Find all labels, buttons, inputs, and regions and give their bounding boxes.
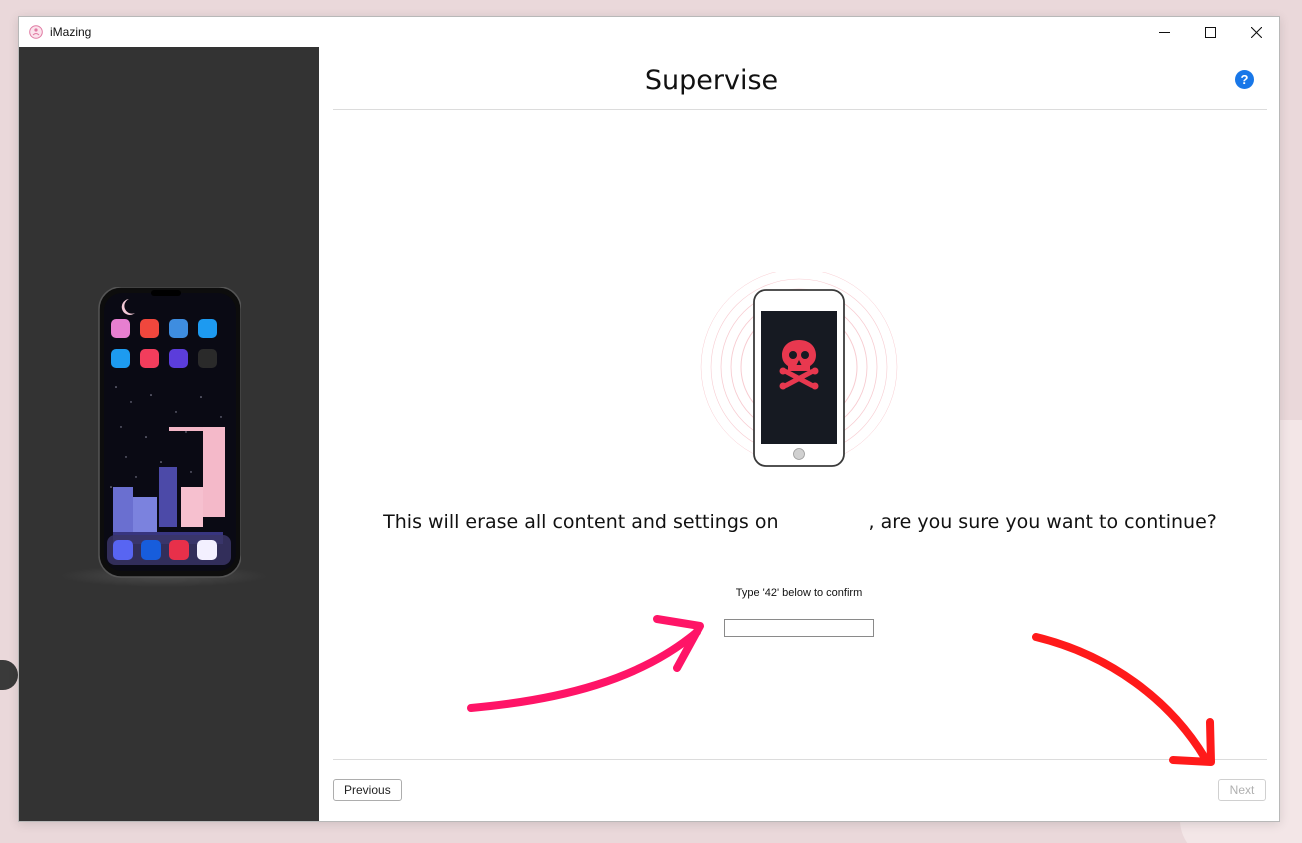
next-button-disabled[interactable]: Next [1218,779,1266,801]
device-preview-image [98,287,241,578]
help-button[interactable]: ? [1235,70,1254,89]
page-title: Supervise [644,65,779,96]
device-sidebar [19,47,319,821]
minimize-icon [1158,31,1170,33]
previous-button[interactable]: Previous [333,779,402,801]
erase-device-illustration [700,272,898,467]
close-button[interactable] [1233,17,1279,47]
divider [333,759,1267,760]
window-controls [1141,17,1279,47]
main-panel: Supervise ? This will erase all content … [319,47,1279,821]
title-bar: iMazing [19,17,1279,47]
close-icon [1250,26,1262,38]
warning-text-start: This will erase all content and settings… [383,511,779,533]
maximize-button[interactable] [1187,17,1233,47]
divider [333,109,1267,110]
warning-text-end: , are you sure you want to continue? [868,511,1217,533]
confirm-instruction: Type '42' below to confirm [735,587,863,599]
window-title: iMazing [50,25,92,39]
maximize-icon [1204,26,1216,38]
background-shape [0,660,18,690]
imazing-logo-icon [29,25,43,39]
app-window: iMazing Supervise ? This will erase all … [18,16,1280,822]
minimize-button[interactable] [1141,17,1187,47]
confirm-code-input[interactable] [724,619,874,637]
erase-warning-text: This will erase all content and settings… [319,511,1279,533]
